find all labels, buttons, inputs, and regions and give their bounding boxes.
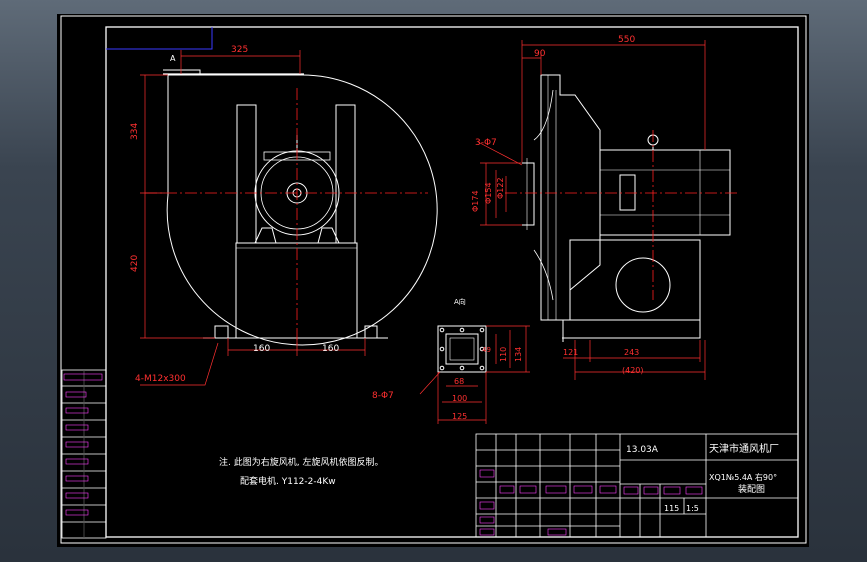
inner-border xyxy=(105,26,799,538)
outer-border xyxy=(60,15,807,544)
a-view-flange xyxy=(437,325,487,373)
dim-flange-100: 100 xyxy=(452,394,467,403)
dim-flange-49: 49 xyxy=(482,346,491,354)
drawing-sheet[interactable]: 325 334 420 160 160 4-M12x300 A 550 90 3… xyxy=(57,14,809,547)
base-frame xyxy=(235,242,358,339)
side-view xyxy=(522,74,731,342)
corner-tag-box xyxy=(106,27,213,50)
front-view xyxy=(163,69,438,346)
dim-anchor-bolts: 4-M12x300 xyxy=(135,374,186,384)
dim-side-total: 550 xyxy=(618,35,635,45)
view-marker-a: A xyxy=(170,54,176,63)
dim-flange-125: 125 xyxy=(452,412,467,421)
dim-side-base-total: (420) xyxy=(622,366,644,375)
dim-dia-174: Φ174 xyxy=(471,190,480,212)
dim-front-height-upper: 334 xyxy=(130,123,140,140)
note-line-1: 注. 此图为右旋风机, 左旋风机依图反制。 xyxy=(219,456,383,468)
dim-dia-154: Φ154 xyxy=(484,182,493,204)
dim-side-base-a: 121 xyxy=(563,348,578,357)
dim-side-holes: 3-Φ7 xyxy=(475,138,497,148)
dim-front-top: 325 xyxy=(231,45,248,55)
title-drawing-type: 装配图 xyxy=(738,483,765,495)
terminal-box xyxy=(619,174,636,211)
support-left xyxy=(236,104,257,244)
title-model: XQ1№5.4A 右90° xyxy=(709,472,777,482)
view-label-a: A向 xyxy=(454,297,466,306)
title-scale: 1:5 xyxy=(686,504,699,513)
volute-housing xyxy=(166,74,438,346)
left-revision-strip xyxy=(61,369,107,539)
side-dimensions xyxy=(477,40,706,380)
support-right xyxy=(335,104,356,244)
dim-base-left: 160 xyxy=(253,344,270,354)
flange-inner xyxy=(445,333,479,365)
dim-flange-holes: 8-Φ7 xyxy=(372,391,394,401)
dim-flange-68: 68 xyxy=(454,377,464,386)
side-base xyxy=(569,239,701,321)
flange-outer xyxy=(437,325,487,373)
note-line-2: 配套电机. Y112-2-4Kw xyxy=(240,475,336,487)
front-centerlines xyxy=(145,88,428,345)
title-quantity: 115 xyxy=(664,504,679,513)
left-strip-labels xyxy=(63,373,103,516)
title-drawing-number: 13.03A xyxy=(626,445,659,455)
base-opening xyxy=(615,257,671,313)
base-plate xyxy=(214,325,378,339)
title-company: 天津市通风机厂 xyxy=(709,442,779,455)
dim-dia-122: Φ122 xyxy=(496,177,505,199)
drawing-canvas[interactable]: 325 334 420 160 160 4-M12x300 A 550 90 3… xyxy=(57,14,809,547)
dim-flange-110: 110 xyxy=(499,347,508,362)
dim-side-base-b: 243 xyxy=(624,348,639,357)
inlet-flange xyxy=(522,162,535,226)
cad-viewport[interactable]: 325 334 420 160 160 4-M12x300 A 550 90 3… xyxy=(0,0,867,562)
dim-base-right: 160 xyxy=(322,344,339,354)
dim-side-inlet: 90 xyxy=(534,49,546,59)
title-block-magenta-labels xyxy=(479,469,703,536)
dim-front-height-lower: 420 xyxy=(130,255,140,272)
flange-dimensions xyxy=(419,325,530,424)
dim-flange-134: 134 xyxy=(514,347,523,362)
drawing-frame xyxy=(60,15,807,544)
